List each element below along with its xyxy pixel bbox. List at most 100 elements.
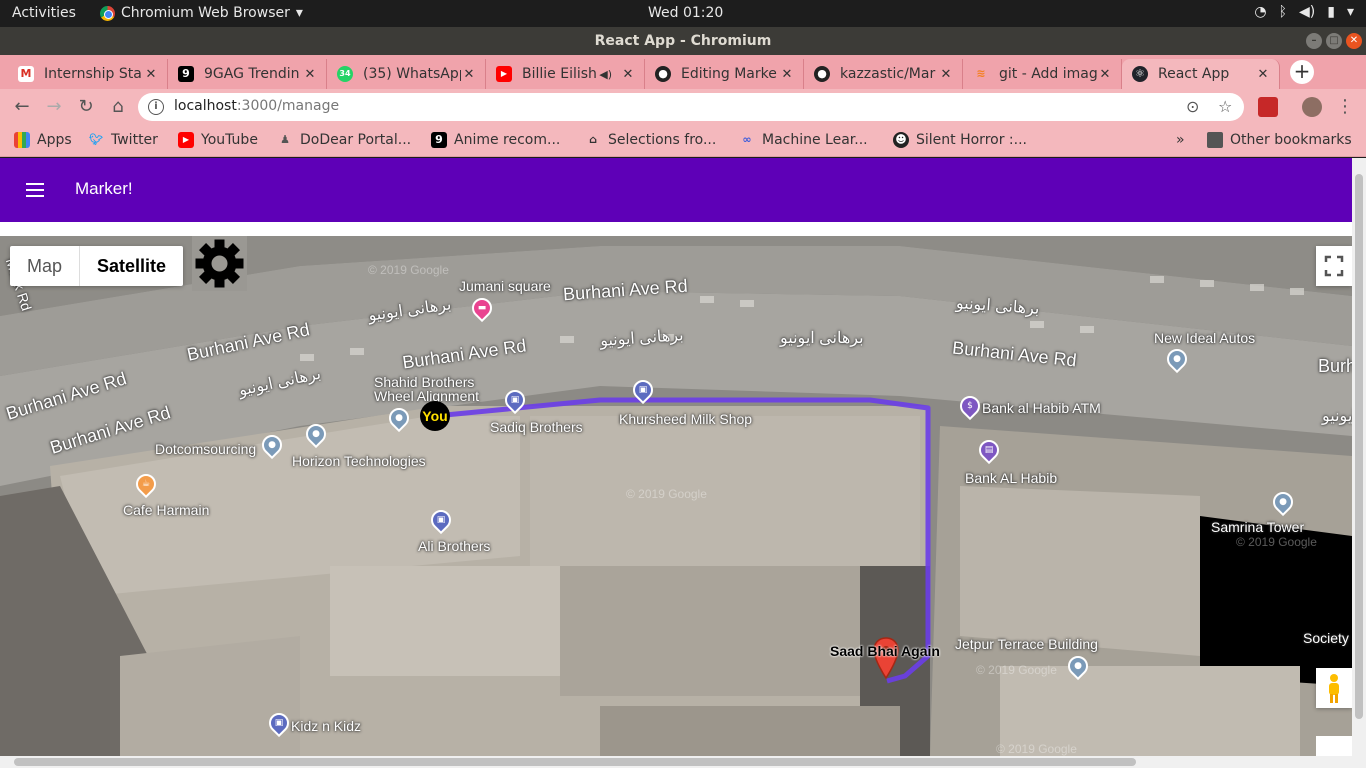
browser-toolbar: ← → ↻ ⌂ i localhost:3000/manage ⊙ ☆ ⋮ <box>0 89 1366 125</box>
react-icon: ⚛ <box>1132 66 1148 82</box>
poi-label[interactable]: Horizon Technologies <box>292 454 426 468</box>
minimize-button[interactable]: – <box>1306 33 1322 49</box>
bookmark-twitter[interactable]: 🐦︎ Twitter <box>88 132 158 148</box>
watermark: © 2019 Google <box>996 742 1077 756</box>
poi-label[interactable]: Khursheed Milk Shop <box>619 412 752 426</box>
poi-label[interactable]: Shahid Brothers Wheel Alignment <box>374 375 484 403</box>
current-location-marker[interactable]: You <box>420 401 450 431</box>
9gag-icon: 9 <box>431 132 447 148</box>
app-bar: Marker! <box>0 158 1352 222</box>
close-window-button[interactable]: ✕ <box>1346 33 1362 49</box>
bookmarks-bar: Apps 🐦︎ Twitter ▶ YouTube ♟ DoDear Porta… <box>0 125 1366 157</box>
zoom-control[interactable] <box>1316 736 1352 756</box>
activities-button[interactable]: Activities <box>12 5 76 21</box>
bookmark-anime[interactable]: 9 Anime recom... <box>431 132 560 148</box>
road-label: برھانی ایونیو <box>1322 408 1352 425</box>
tab-github-editing[interactable]: ● Editing Marke ✕ <box>645 59 804 89</box>
tab-label: git - Add imag <box>999 66 1097 82</box>
poi-label[interactable]: Cafe Harmain <box>123 503 209 517</box>
other-bookmarks[interactable]: Other bookmarks <box>1207 132 1352 148</box>
close-tab-icon[interactable]: ✕ <box>143 67 159 82</box>
new-tab-button[interactable]: + <box>1290 60 1314 84</box>
extension-icon[interactable] <box>1258 97 1278 117</box>
menu-icon[interactable]: ⋮ <box>1334 96 1356 118</box>
close-tab-icon[interactable]: ✕ <box>620 67 636 82</box>
tab-9gag[interactable]: 9 9GAG Trendin ✕ <box>168 59 327 89</box>
portal-icon: ♟ <box>280 133 290 146</box>
poi-label[interactable]: Sadiq Brothers <box>490 420 583 434</box>
maximize-button[interactable]: □ <box>1326 33 1342 49</box>
tab-gmail[interactable]: M Internship Sta ✕ <box>8 59 168 89</box>
close-tab-icon[interactable]: ✕ <box>938 67 954 82</box>
watermark: © 2019 Google <box>1236 535 1317 549</box>
location-icon[interactable]: ⊙ <box>1186 97 1199 116</box>
bookmark-youtube[interactable]: ▶ YouTube <box>178 132 258 148</box>
volume-icon: ◀) <box>1299 4 1316 20</box>
tab-github-repo[interactable]: ● kazzastic/Mar ✕ <box>804 59 963 89</box>
poi-label[interactable]: Dotcomsourcing <box>155 442 256 456</box>
tab-youtube[interactable]: ▶ Billie Eilish ◀) ✕ <box>486 59 645 89</box>
close-tab-icon[interactable]: ✕ <box>779 67 795 82</box>
tab-label: kazzastic/Mar <box>840 66 936 82</box>
scrollbar-thumb[interactable] <box>14 758 1136 766</box>
bookmark-silent-horror[interactable]: ☻ Silent Horror :... <box>893 132 1027 148</box>
map-canvas[interactable]: © 2019 Google © 2019 Google © 2019 Googl… <box>0 236 1352 756</box>
poi-label[interactable]: Samrina Tower <box>1211 520 1304 534</box>
system-top-bar: Activities Chromium Web Browser ▾ Wed 01… <box>0 0 1366 27</box>
poi-label[interactable]: Society <box>1303 631 1349 645</box>
infinity-icon: ∞ <box>742 133 752 146</box>
scrollbar-thumb[interactable] <box>1355 174 1363 719</box>
bookmark-label: YouTube <box>201 132 258 148</box>
url-text: localhost:3000/manage <box>174 98 339 114</box>
tab-react-app[interactable]: ⚛ React App ✕ <box>1122 59 1280 89</box>
horizontal-scrollbar[interactable] <box>0 756 1366 768</box>
forward-button[interactable]: → <box>43 96 65 118</box>
bookmark-selections[interactable]: ⌂ Selections fro... <box>585 132 716 148</box>
bookmark-dodear[interactable]: ♟ DoDear Portal... <box>277 132 411 148</box>
poi-label[interactable]: Ali Brothers <box>418 539 490 553</box>
close-tab-icon[interactable]: ✕ <box>1097 67 1113 82</box>
bookmark-machine-learning[interactable]: ∞ Machine Lear... <box>739 132 867 148</box>
close-tab-icon[interactable]: ✕ <box>302 67 318 82</box>
github-icon: ● <box>814 66 830 82</box>
avatar[interactable] <box>1302 97 1322 117</box>
system-tray[interactable]: ◔ ᛒ ◀) ▮ ▾ <box>1254 4 1354 20</box>
tab-stackoverflow[interactable]: ≋ git - Add imag ✕ <box>963 59 1122 89</box>
poi-label[interactable]: New Ideal Autos <box>1154 331 1255 345</box>
gear-icon[interactable] <box>192 236 247 291</box>
poi-label[interactable]: Kidz n Kidz <box>291 719 361 733</box>
poi-label[interactable]: Bank al Habib ATM <box>982 401 1101 415</box>
bookmark-label: Selections fro... <box>608 132 717 148</box>
close-tab-icon[interactable]: ✕ <box>461 67 477 82</box>
bookmarks-overflow-button[interactable]: » <box>1176 132 1185 148</box>
map-type-satellite-button[interactable]: Satellite <box>79 246 183 286</box>
watermark: © 2019 Google <box>976 663 1057 677</box>
poi-label[interactable]: Bank AL Habib <box>965 471 1057 485</box>
app-menu[interactable]: Chromium Web Browser ▾ <box>100 5 303 21</box>
tab-whatsapp[interactable]: 34 (35) WhatsApp ✕ <box>327 59 486 89</box>
reload-button[interactable]: ↻ <box>75 96 97 118</box>
tab-label: (35) WhatsApp <box>363 66 461 82</box>
poi-label[interactable]: Jumani square <box>459 279 551 293</box>
home-button[interactable]: ⌂ <box>107 96 129 118</box>
address-bar[interactable]: i localhost:3000/manage ⊙ ☆ <box>138 93 1244 121</box>
map-type-map-button[interactable]: Map <box>10 246 79 286</box>
hamburger-menu-icon[interactable] <box>24 178 46 202</box>
speaker-icon: ◀) <box>599 67 612 81</box>
fullscreen-button[interactable] <box>1316 246 1352 286</box>
back-button[interactable]: ← <box>11 96 33 118</box>
map-type-control: Map Satellite <box>10 246 184 286</box>
bookmark-apps[interactable]: Apps <box>14 132 72 148</box>
tab-label: Billie Eilish <box>522 66 597 82</box>
vertical-scrollbar[interactable] <box>1352 158 1366 756</box>
info-icon[interactable]: i <box>148 99 164 115</box>
street-view-pegman-button[interactable] <box>1316 668 1352 708</box>
url-host: localhost <box>174 98 237 114</box>
clock[interactable]: Wed 01:20 <box>648 5 723 21</box>
close-tab-icon[interactable]: ✕ <box>1255 67 1271 82</box>
poi-label[interactable]: Jetpur Terrace Building <box>955 637 1098 651</box>
youtube-icon: ▶ <box>178 132 194 148</box>
wifi-icon: ◔ <box>1254 4 1267 20</box>
reddit-icon: ☻ <box>893 132 909 148</box>
bookmark-star-icon[interactable]: ☆ <box>1218 97 1232 116</box>
